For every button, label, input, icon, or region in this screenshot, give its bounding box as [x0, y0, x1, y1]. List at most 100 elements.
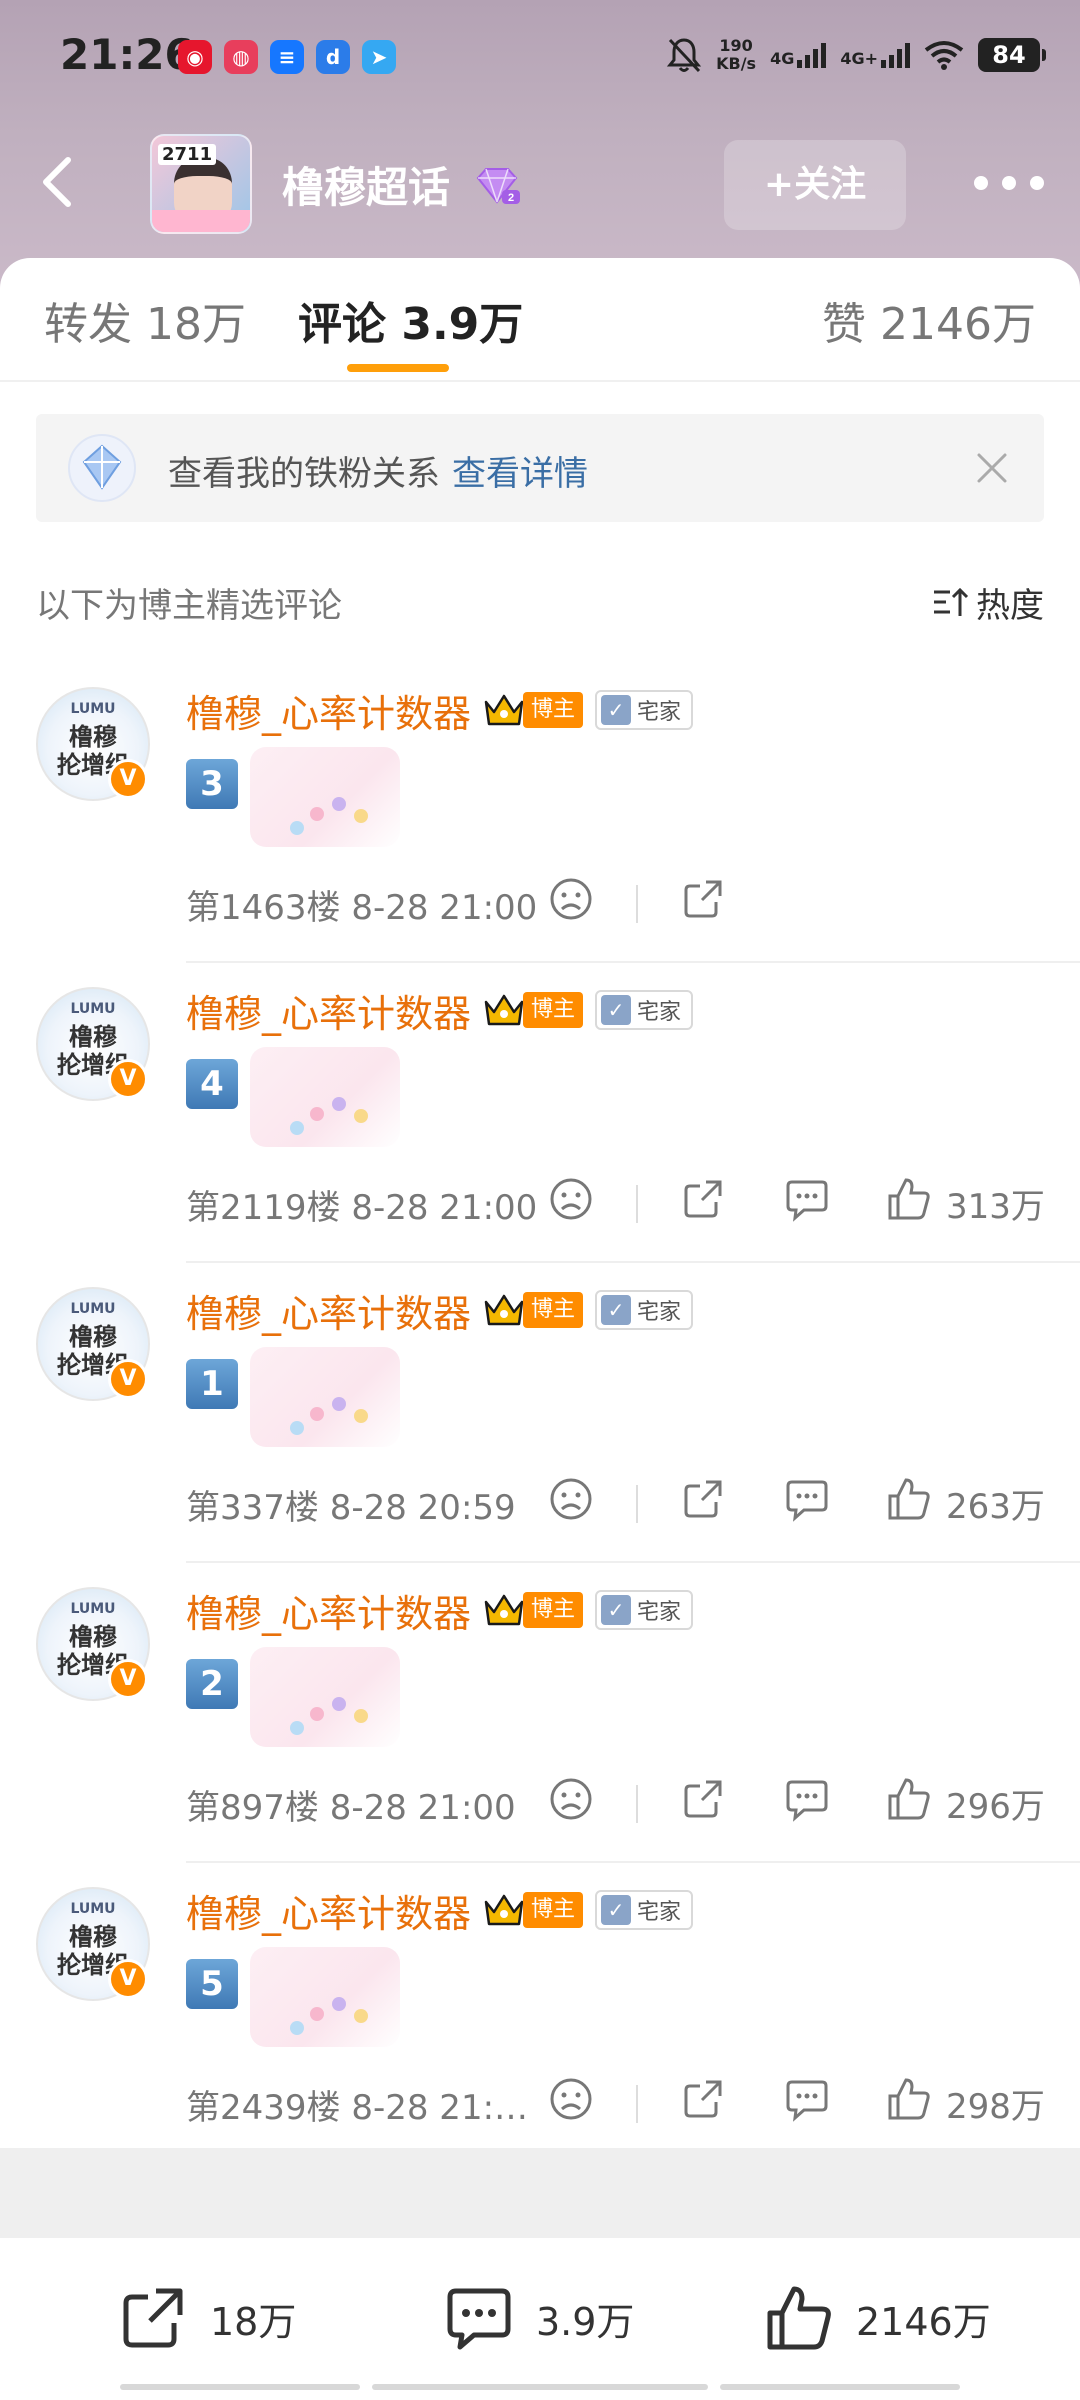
calendar-check-icon: ✓ [601, 695, 632, 725]
face-reaction-icon [548, 1776, 594, 1831]
comment-share-button[interactable] [680, 1773, 726, 1833]
comment-like-button[interactable]: 263万 [886, 1473, 1045, 1533]
username[interactable]: 橹穆_心率计数器 [186, 983, 471, 1038]
home-badge: ✓ 宅家 [595, 1590, 694, 1630]
verified-badge-icon: V [108, 1659, 148, 1699]
comment-list: LUMU 橹穆 抡增组 V 橹穆_心率计数器 博主 ✓ 宅家 3 第1463楼 8-28 21:0… [0, 663, 1080, 2163]
share-icon [123, 2288, 183, 2348]
username[interactable]: 橹穆_心率计数器 [186, 1883, 471, 1938]
share-icon [680, 1176, 726, 1231]
share-icon [680, 1476, 726, 1531]
host-badge: 博主 [523, 1292, 584, 1328]
svg-text:2: 2 [508, 192, 514, 204]
username[interactable]: 橹穆_心率计数器 [186, 1583, 471, 1638]
comment-item[interactable]: LUMU 橹穆 抡增组 V 橹穆_心率计数器 博主 ✓ 宅家 1 第337楼 8-28 20:59… [0, 1263, 1080, 1563]
emoji-reaction-button[interactable] [548, 1773, 594, 1833]
diamond-badge-icon [68, 434, 136, 502]
reply-button[interactable] [784, 2073, 830, 2133]
comment-like-button[interactable]: 298万 [886, 2073, 1045, 2133]
sticker-image[interactable] [250, 1347, 400, 1447]
comment-item[interactable]: LUMU 橹穆 抡增组 V 橹穆_心率计数器 博主 ✓ 宅家 3 第1463楼 8-28 21:0… [0, 663, 1080, 963]
weibo-app-icon: ◉ [178, 40, 212, 74]
chat-app-icon: ≡ [270, 40, 304, 74]
home-badge: ✓ 宅家 [595, 1890, 694, 1930]
verified-badge-icon: V [108, 1959, 148, 1999]
back-button[interactable] [30, 152, 90, 212]
face-reaction-icon [548, 2076, 594, 2131]
repost-button[interactable]: 18万 [116, 2278, 296, 2358]
tab-bar: 转发 18万 评论 3.9万 赞 2146万 [0, 258, 1080, 382]
emoji-reaction-button[interactable] [548, 2073, 594, 2133]
sort-by-heat-button[interactable]: 热度 [932, 578, 1044, 627]
topic-title[interactable]: 橹穆超话 [282, 154, 450, 215]
calendar-check-icon: ✓ [601, 995, 632, 1025]
diamond-level-icon: 2 [476, 168, 520, 204]
share-icon [680, 1776, 726, 1831]
number-emoji: 3 [186, 759, 238, 809]
mute-icon [666, 38, 702, 73]
face-reaction-icon [548, 1176, 594, 1231]
thumbs-up-icon [767, 2286, 831, 2350]
divider [636, 1185, 638, 1223]
comment-sheet: 转发 18万 评论 3.9万 赞 2146万 查看我的铁粉关系 查看详情 以下为博… [0, 258, 1080, 2400]
sticker-image[interactable] [250, 1047, 400, 1147]
username[interactable]: 橹穆_心率计数器 [186, 1283, 471, 1338]
reply-button[interactable] [784, 1173, 830, 1233]
sticker-image[interactable] [250, 747, 400, 847]
sticker-image[interactable] [250, 1947, 400, 2047]
fan-relation-banner[interactable]: 查看我的铁粉关系 查看详情 [36, 414, 1044, 522]
sort-icon [934, 587, 969, 616]
emoji-reaction-button[interactable] [548, 1173, 594, 1233]
follow-button[interactable]: +关注 [724, 140, 906, 230]
more-options-button[interactable] [974, 158, 1044, 208]
calendar-check-icon: ✓ [601, 1295, 632, 1325]
home-badge: ✓ 宅家 [595, 690, 694, 730]
comment-share-button[interactable] [680, 1173, 726, 1233]
comment-item[interactable]: LUMU 橹穆 抡增组 V 橹穆_心率计数器 博主 ✓ 宅家 2 第897楼 8-28 21:00… [0, 1563, 1080, 1863]
like-count: 296万 [946, 1786, 1045, 1827]
gesture-bar [120, 2384, 360, 2390]
back-arrow-icon [43, 157, 71, 207]
comment-icon [784, 1476, 830, 1531]
username[interactable]: 橹穆_心率计数器 [186, 683, 471, 738]
crown-icon [483, 1292, 525, 1328]
number-emoji: 1 [186, 1359, 238, 1409]
like-count: 298万 [946, 2086, 1045, 2127]
net-speed: 190 KB/s [716, 36, 757, 73]
sticker-image[interactable] [250, 1647, 400, 1747]
tab-like[interactable]: 赞 2146万 [822, 288, 1036, 352]
tab-repost[interactable]: 转发 18万 [44, 288, 246, 352]
home-badge: ✓ 宅家 [595, 1290, 694, 1330]
comment-like-button[interactable]: 296万 [886, 1773, 1045, 1833]
emoji-reaction-button[interactable] [548, 1473, 594, 1533]
emoji-reaction-button[interactable] [548, 873, 594, 933]
close-icon[interactable] [974, 450, 1010, 486]
divider [636, 1785, 638, 1823]
view-details-link[interactable]: 查看详情 [452, 454, 588, 494]
verified-badge-icon: V [108, 759, 148, 799]
comment-share-button[interactable] [680, 1473, 726, 1533]
reply-button[interactable] [784, 1773, 830, 1833]
crown-icon [483, 1592, 525, 1628]
sort-label: 以下为博主精选评论 [36, 586, 342, 626]
comment-like-button[interactable]: 313万 [886, 1173, 1045, 1233]
comment-item[interactable]: LUMU 橹穆 抡增组 V 橹穆_心率计数器 博主 ✓ 宅家 5 第2439楼 8-28 21:…… [0, 1863, 1080, 2163]
comment-icon [447, 2288, 511, 2350]
face-reaction-icon [548, 876, 594, 931]
divider [636, 2085, 638, 2123]
comment-share-button[interactable] [680, 2073, 726, 2133]
face-reaction-icon [548, 1476, 594, 1531]
tab-comment[interactable]: 评论 3.9万 [298, 288, 523, 352]
comment-button[interactable]: 3.9万 [442, 2278, 634, 2358]
comment-icon [784, 1776, 830, 1831]
number-emoji: 2 [186, 1659, 238, 1709]
reply-button[interactable] [784, 1473, 830, 1533]
list-end-spacer [0, 2148, 1080, 2238]
topic-thumbnail[interactable]: 2711 [150, 134, 252, 234]
du-app-icon: d [316, 40, 350, 74]
comment-share-button[interactable] [680, 873, 726, 933]
thumbs-up-icon [886, 2076, 932, 2131]
crown-icon [483, 1892, 525, 1928]
comment-item[interactable]: LUMU 橹穆 抡增组 V 橹穆_心率计数器 博主 ✓ 宅家 4 第2119楼 8-28 21:0… [0, 963, 1080, 1263]
like-button[interactable]: 2146万 [762, 2278, 991, 2358]
